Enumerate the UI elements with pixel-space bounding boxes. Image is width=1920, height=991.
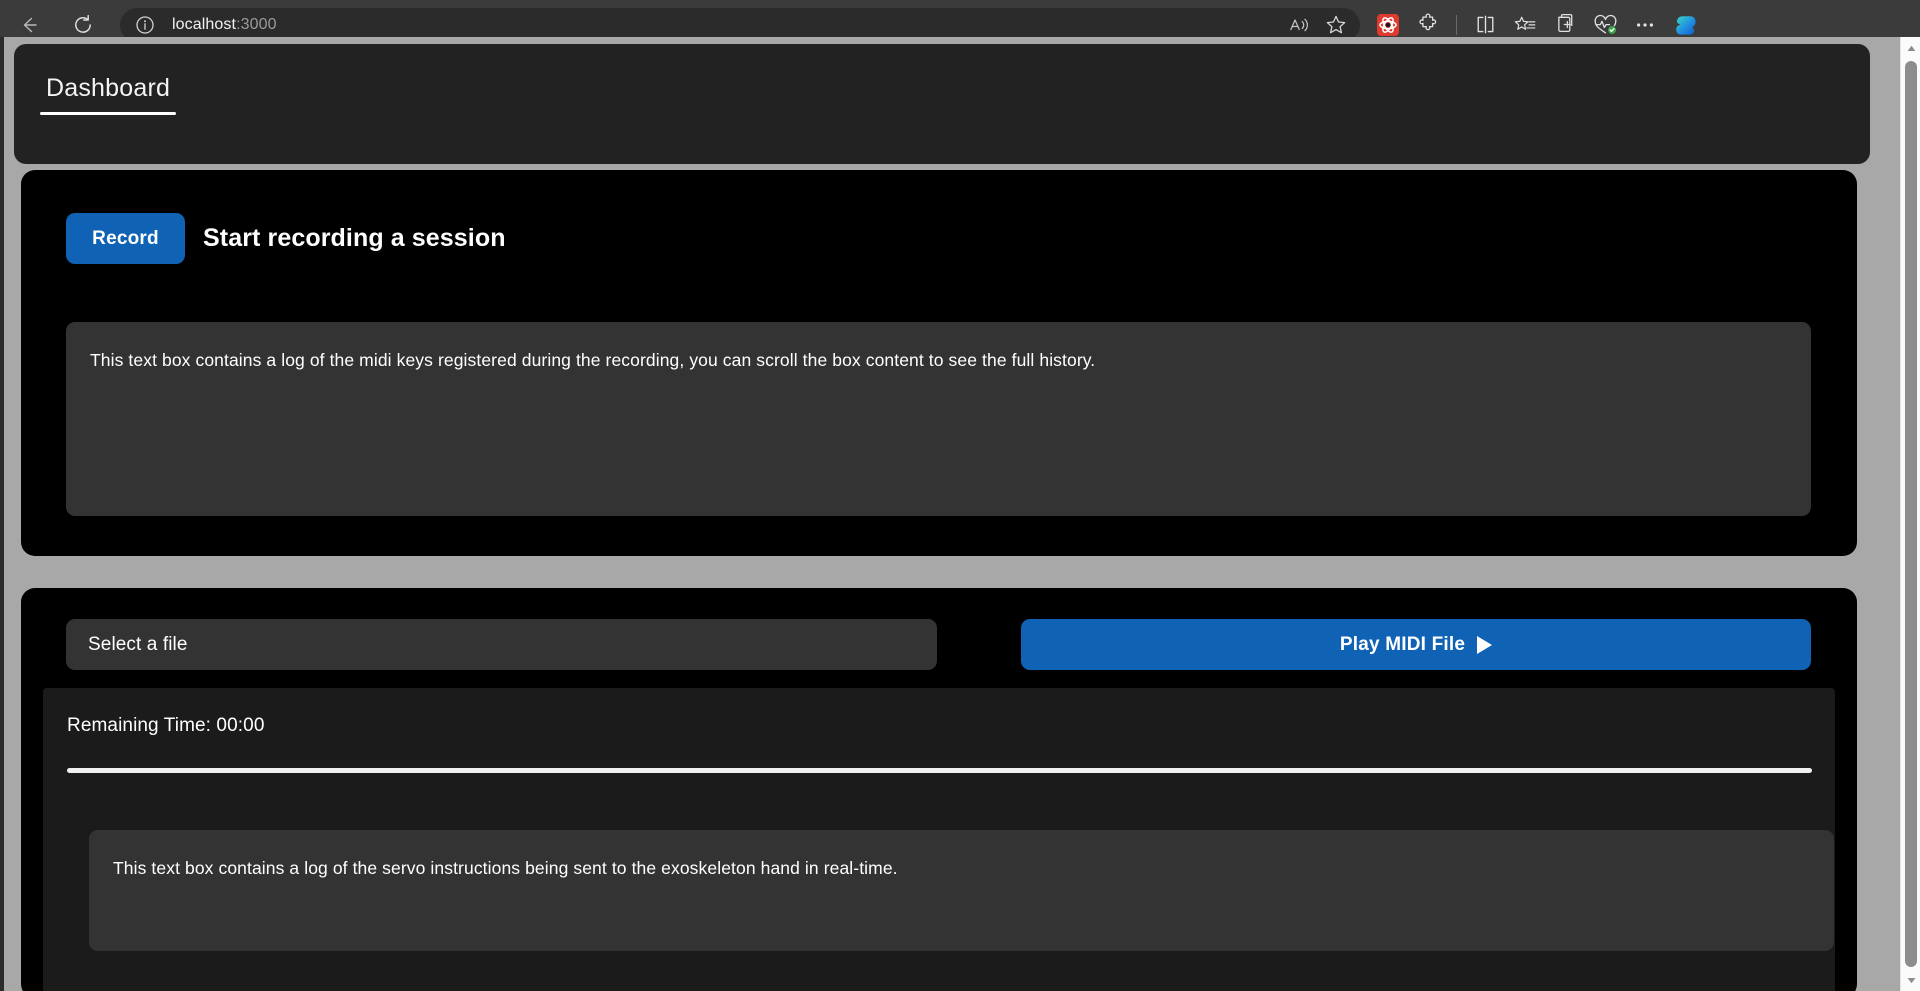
app-header: Dashboard (14, 44, 1870, 164)
record-header-row: Record Start recording a session (66, 213, 506, 264)
window-left-edge (0, 37, 4, 991)
record-button[interactable]: Record (66, 213, 185, 264)
tab-dashboard[interactable]: Dashboard (40, 74, 177, 115)
refresh-icon (75, 14, 91, 33)
playback-panel: Remaining Time: 00:00 (43, 688, 1835, 991)
page-scrollbar[interactable] (1900, 37, 1920, 991)
add-favorite-button[interactable] (1320, 10, 1352, 40)
page-scrollbar-thumb[interactable] (1905, 61, 1917, 967)
record-card-title: Start recording a session (203, 224, 506, 252)
back-arrow-icon (23, 17, 37, 32)
play-midi-card: Select a file Play MIDI File Remaining T… (21, 588, 1857, 991)
ellipsis-icon (1637, 22, 1653, 27)
play-midi-file-label: Play MIDI File (1339, 633, 1466, 655)
copilot-icon (1676, 15, 1696, 35)
puzzle-piece-icon (1418, 13, 1436, 31)
star-icon (1326, 15, 1346, 34)
toolbar-separator (1456, 14, 1457, 35)
extension-badge (1377, 13, 1399, 36)
heart-pulse-icon (1594, 14, 1616, 34)
url-port: :3000 (236, 15, 277, 33)
read-aloud-icon (1290, 18, 1308, 31)
url-text[interactable]: localhost:3000 (172, 16, 1284, 34)
scroll-down-triangle (1907, 977, 1915, 983)
record-session-card: Record Start recording a session (21, 170, 1857, 556)
page-viewport: Dashboard Record Start recording a sessi… (0, 37, 1920, 991)
copilot-button[interactable] (1671, 10, 1701, 40)
midi-key-log-textarea[interactable] (66, 322, 1811, 516)
split-screen-icon (1477, 15, 1493, 34)
scroll-down-arrow-icon[interactable] (1901, 971, 1920, 989)
playback-progress-bar[interactable] (67, 768, 1812, 773)
favorites-star-list-icon (1514, 16, 1536, 30)
select-file-label: Select a file (88, 633, 188, 655)
extension-atom-icon (1379, 16, 1397, 33)
url-host: localhost (172, 15, 237, 33)
tab-dashboard-label: Dashboard (46, 74, 171, 102)
info-circle-icon (136, 15, 154, 34)
select-file-input[interactable]: Select a file (66, 619, 937, 670)
tab-strip: Dashboard (40, 74, 177, 115)
tab-active-indicator (40, 112, 177, 115)
collections-add-icon (1558, 13, 1573, 33)
scroll-up-triangle (1907, 45, 1915, 51)
read-aloud-button[interactable] (1284, 10, 1316, 40)
address-bar-actions (1284, 10, 1352, 40)
scroll-up-arrow-icon[interactable] (1901, 39, 1920, 57)
remaining-time-label: Remaining Time: 00:00 (67, 715, 265, 736)
servo-instruction-log-textarea[interactable] (89, 830, 1834, 951)
play-midi-file-button[interactable]: Play MIDI File (1021, 619, 1811, 670)
site-info-icon[interactable] (134, 14, 156, 36)
play-triangle-icon (1477, 635, 1493, 654)
